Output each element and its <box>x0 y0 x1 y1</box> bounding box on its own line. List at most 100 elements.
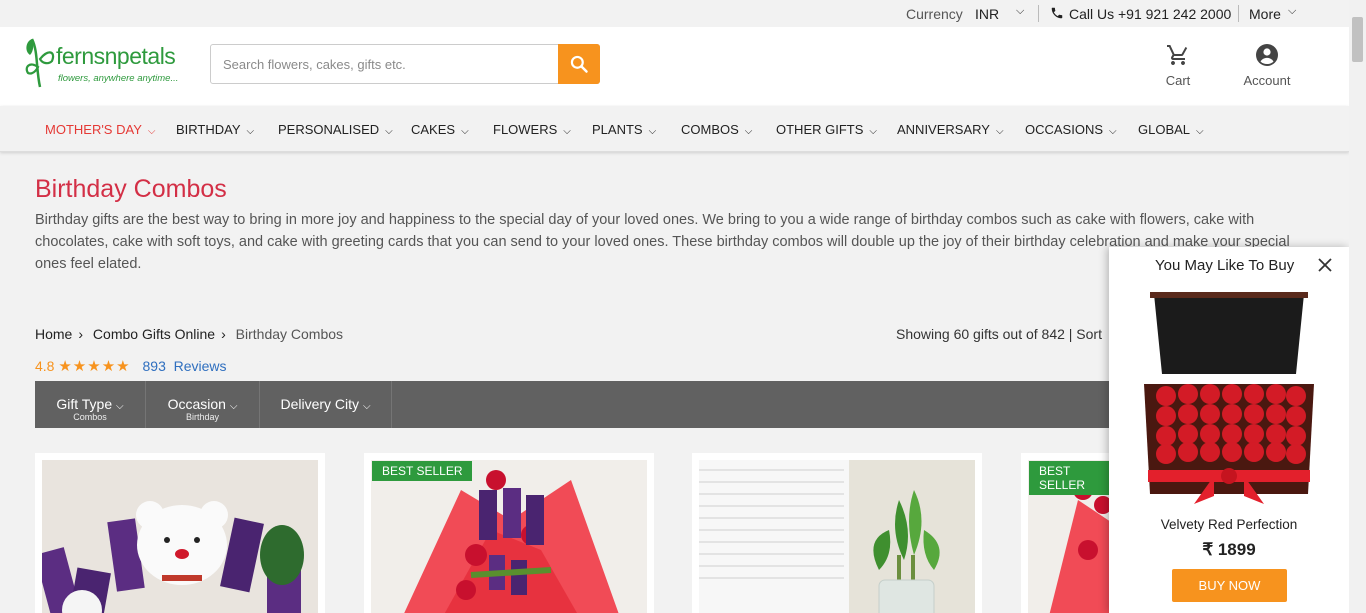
currency-select[interactable]: INR <box>975 6 999 22</box>
breadcrumb-combo-gifts[interactable]: Combo Gifts Online <box>93 326 215 342</box>
chevron-down-icon: ⌵ <box>461 126 469 137</box>
nav-item-mothers-day[interactable]: MOTHER'S DAY ⌵ <box>45 122 155 137</box>
logo-text: fernsnpetals <box>56 43 176 69</box>
rating-summary: 4.8 ★★★★★ 893 Reviews <box>35 357 227 375</box>
chevron-right-icon: › <box>78 326 84 342</box>
nav-item-label: GLOBAL <box>1138 122 1191 137</box>
popup-product-image[interactable] <box>1114 284 1344 514</box>
top-strip: Currency INR ⌵ Call Us +91 921 242 2000 … <box>0 0 1349 27</box>
search-button[interactable] <box>558 44 600 84</box>
chevron-down-icon: ⌵ <box>744 126 753 137</box>
page-title: Birthday Combos <box>35 175 227 203</box>
nav-item-label: PERSONALISED <box>278 122 380 137</box>
popup-title: You May Like To Buy <box>1155 257 1295 274</box>
logo[interactable]: fernsnpetals flowers, anywhere anytime..… <box>22 29 197 89</box>
phone-icon <box>1051 7 1063 19</box>
chevron-down-icon: ⌵ <box>362 401 371 412</box>
product-card[interactable]: BEST SELLER <box>364 453 654 613</box>
nav-item-flowers[interactable]: FLOWERS ⌵ <box>493 122 571 137</box>
rating-value: 4.8 <box>35 358 55 374</box>
account-button[interactable]: Account <box>1238 43 1296 88</box>
best-seller-badge: BEST SELLER <box>1029 461 1116 495</box>
logo-tagline: flowers, anywhere anytime... <box>58 73 179 84</box>
main-nav: MOTHER'S DAY ⌵ BIRTHDAY ⌵ PERSONALISED ⌵ CA… <box>0 106 1349 152</box>
chevron-down-icon[interactable]: ⌵ <box>1016 5 1024 18</box>
breadcrumb-home[interactable]: Home <box>35 326 72 342</box>
chevron-down-icon: ⌵ <box>563 126 571 137</box>
nav-item-personalised[interactable]: PERSONALISED ⌵ <box>278 122 393 137</box>
filter-sub: Birthday <box>185 412 220 422</box>
filter-label: Gift Type <box>56 396 113 412</box>
account-label: Account <box>1243 73 1291 88</box>
nav-item-plants[interactable]: PLANTS ⌵ <box>592 122 656 137</box>
nav-item-birthday[interactable]: BIRTHDAY ⌵ <box>176 122 254 137</box>
chevron-down-icon: ⌵ <box>385 126 393 137</box>
results-count: Showing 60 gifts out of 842 | Sort <box>896 326 1102 342</box>
filter-bar: Gift Type ⌵ Combos Occasion ⌵ Birthday D… <box>35 381 1115 428</box>
header: fernsnpetals flowers, anywhere anytime..… <box>0 27 1349 106</box>
filter-delivery-city[interactable]: Delivery City ⌵ <box>260 381 392 428</box>
nav-item-anniversary[interactable]: ANNIVERSARY ⌵ <box>897 122 1004 137</box>
chevron-right-icon: › <box>221 326 226 342</box>
nav-item-label: COMBOS <box>681 122 739 137</box>
chevron-down-icon: ⌵ <box>648 126 657 137</box>
product-image <box>699 460 975 613</box>
nav-item-global[interactable]: GLOBAL ⌵ <box>1138 122 1204 137</box>
popup-product-name[interactable]: Velvety Red Perfection <box>1109 517 1349 532</box>
nav-item-label: PLANTS <box>592 122 643 137</box>
divider <box>1238 5 1239 22</box>
cart-label: Cart <box>1165 73 1191 88</box>
nav-item-occasions[interactable]: OCCASIONS ⌵ <box>1025 122 1117 137</box>
chevron-down-icon: ⌵ <box>1109 126 1117 137</box>
chevron-down-icon: ⌵ <box>995 126 1004 137</box>
nav-item-cakes[interactable]: CAKES ⌵ <box>411 122 469 137</box>
product-card[interactable] <box>692 453 982 613</box>
nav-item-other-gifts[interactable]: OTHER GIFTS ⌵ <box>776 122 877 137</box>
product-image <box>371 460 647 613</box>
divider <box>1038 5 1039 22</box>
call-us-link[interactable]: Call Us +91 921 242 2000 <box>1069 6 1231 22</box>
chevron-down-icon: ⌵ <box>116 401 124 412</box>
nav-item-label: CAKES <box>411 122 456 137</box>
account-icon <box>1256 44 1278 66</box>
nav-item-label: MOTHER'S DAY <box>45 122 142 137</box>
nav-item-label: ANNIVERSARY <box>897 122 990 137</box>
product-card[interactable] <box>35 453 325 613</box>
reviews-count: 893 <box>142 358 166 374</box>
cart-button[interactable]: Cart <box>1160 43 1196 88</box>
more-menu[interactable]: More <box>1249 6 1281 22</box>
nav-item-label: OTHER GIFTS <box>776 122 864 137</box>
filter-sub: Combos <box>73 412 107 422</box>
recommendation-popup: You May Like To Buy Velvety Red Perfecti… <box>1109 247 1349 613</box>
search-box <box>210 44 600 84</box>
nav-item-label: BIRTHDAY <box>176 122 241 137</box>
best-seller-badge: BEST SELLER <box>372 461 473 481</box>
cart-icon <box>1167 45 1188 65</box>
filter-occasion[interactable]: Occasion ⌵ Birthday <box>146 381 260 428</box>
scrollbar[interactable] <box>1349 0 1366 613</box>
chevron-down-icon: ⌵ <box>229 401 238 412</box>
product-card[interactable]: BEST SELLER <box>1021 453 1116 613</box>
breadcrumb-current: Birthday Combos <box>235 326 344 342</box>
search-icon <box>570 55 588 73</box>
nav-item-label: FLOWERS <box>493 122 558 137</box>
chevron-down-icon: ⌵ <box>246 126 255 137</box>
filter-label: Delivery City <box>280 396 360 412</box>
breadcrumb: Home › Combo Gifts Online › Birthday Combo… <box>35 326 349 342</box>
reviews-label: Reviews <box>173 358 227 374</box>
filter-label: Occasion <box>167 396 226 412</box>
nav-item-combos[interactable]: COMBOS ⌵ <box>681 122 752 137</box>
scrollbar-thumb[interactable] <box>1352 17 1363 62</box>
chevron-down-icon: ⌵ <box>1196 126 1204 137</box>
chevron-down-icon[interactable]: ⌵ <box>1288 5 1296 18</box>
currency-label: Currency <box>906 6 963 22</box>
search-input[interactable] <box>211 45 559 83</box>
reviews-link[interactable]: 893 Reviews <box>143 358 227 374</box>
star-rating-icon: ★★★★★ <box>58 358 131 375</box>
filter-gift-type[interactable]: Gift Type ⌵ Combos <box>35 381 146 428</box>
chevron-down-icon: ⌵ <box>147 126 156 137</box>
close-icon[interactable] <box>1316 256 1334 274</box>
buy-now-button[interactable]: BUY NOW <box>1172 569 1287 602</box>
popup-product-price: ₹ 1899 <box>1202 540 1256 559</box>
product-image <box>42 460 318 613</box>
